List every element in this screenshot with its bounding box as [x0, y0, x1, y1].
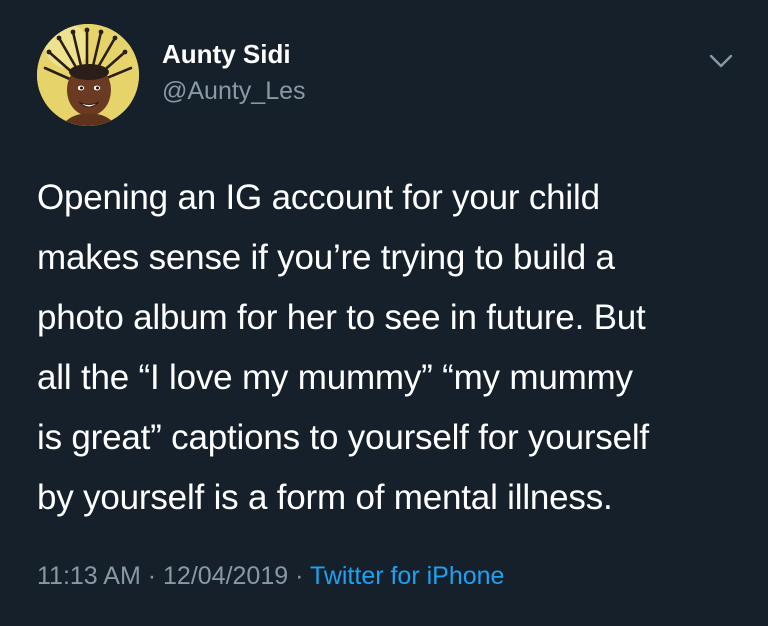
- avatar-photo-icon: [37, 24, 139, 126]
- user-handle[interactable]: @Aunty_Les: [162, 75, 306, 107]
- tweet-time[interactable]: 11:13 AM: [37, 562, 141, 590]
- tweet-card: Aunty Sidi @Aunty_Les Opening an IG acco…: [0, 0, 768, 626]
- tweet-text-line: all the “I love my mummy” “my mummy: [37, 358, 633, 397]
- tweet-text-line: Opening an IG account for your child: [37, 178, 600, 217]
- tweet-date[interactable]: 12/04/2019: [163, 562, 288, 590]
- tweet-text-line: is great” captions to yourself for yours…: [37, 418, 649, 457]
- tweet-text: Opening an IG account for your child mak…: [37, 168, 749, 528]
- tweet-text-line: by yourself is a form of mental illness.: [37, 478, 613, 517]
- tweet-meta: 11:13 AM · 12/04/2019 · Twitter for iPho…: [37, 558, 504, 594]
- tweet-text-line: photo album for her to see in future. Bu…: [37, 298, 646, 337]
- avatar[interactable]: [37, 24, 139, 126]
- tweet-source-link[interactable]: Twitter for iPhone: [310, 562, 505, 590]
- tweet-text-line: makes sense if you’re trying to build a: [37, 238, 615, 277]
- display-name[interactable]: Aunty Sidi: [162, 38, 291, 70]
- tweet-menu-button[interactable]: [704, 46, 738, 76]
- meta-separator: ·: [295, 562, 304, 590]
- meta-separator: ·: [147, 562, 157, 590]
- chevron-down-icon: [709, 54, 733, 68]
